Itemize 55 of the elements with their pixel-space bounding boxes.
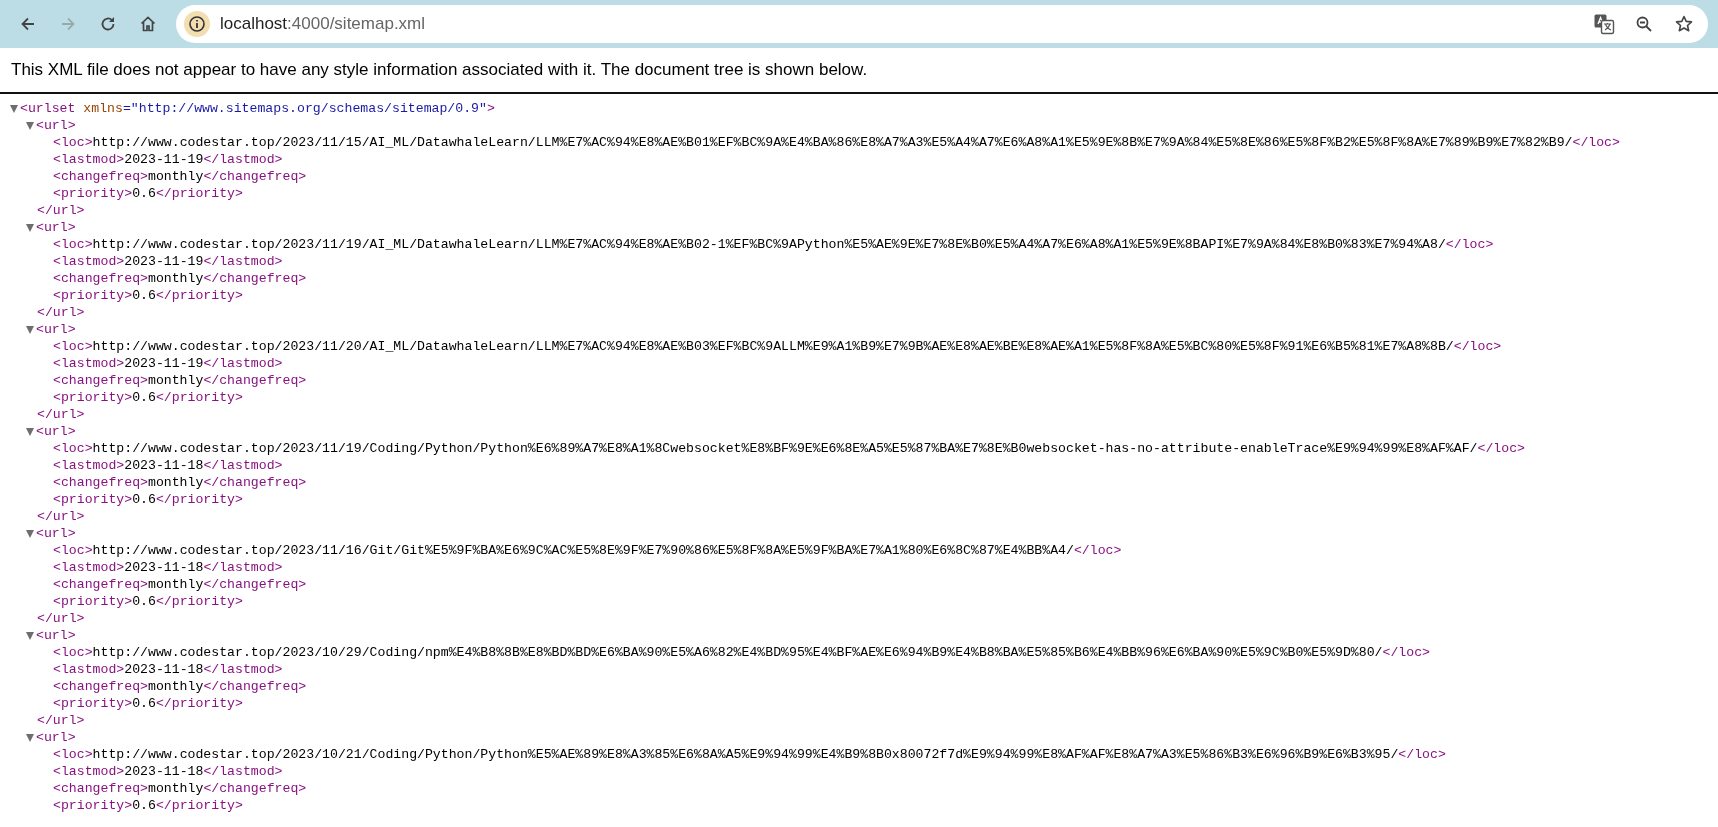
xml-line: <changefreq>monthly</changefreq>: [53, 780, 307, 797]
xml-line: <priority>0.6</priority>: [53, 491, 243, 508]
collapse-triangle-icon[interactable]: [26, 529, 34, 538]
xml-line: <url>: [36, 219, 76, 236]
home-icon: [138, 14, 158, 34]
xml-line: <lastmod>2023-11-18</lastmod>: [53, 457, 283, 474]
xml-line: <loc>http://www.codestar.top/2023/10/29/Coding/npm%E4%B8%8B%E8%BD%BD%E6%BA%90%E5%A6%82%E4%BD%95%E4%BF%AE%E6%94%B9%E4%B8%BA%E5%85%B6%E4%BB%96%E6%BA%90%E5%9C%B0%E5%9D%80/</loc>: [53, 644, 1430, 661]
xml-line: <url>: [36, 423, 76, 440]
xml-line: <changefreq>monthly</changefreq>: [53, 678, 307, 695]
collapse-triangle-icon[interactable]: [26, 223, 34, 232]
xml-line: </url>: [37, 610, 85, 627]
xml-line: <url>: [36, 525, 76, 542]
xml-line: <loc>http://www.codestar.top/2023/10/21/Coding/Python/Python%E5%AE%89%E8%A3%85%E6%8A%A5%E9%94%99%E4%B9%8B0x80072f7d%E9%94%99%E8%AF%AF%E8%A7%A3%E5%86%B3%E6%96%B9%E6%B3%95/</loc>: [53, 746, 1446, 763]
collapse-triangle-icon[interactable]: [26, 427, 34, 436]
xml-line: <lastmod>2023-11-19</lastmod>: [53, 253, 283, 270]
xml-line: <loc>http://www.codestar.top/2023/11/19/Coding/Python/Python%E6%89%A7%E8%A1%8Cwebsocket%E8%BF%9E%E6%8E%A5%E5%87%BA%E7%8E%B0websocket-has-no-attribute-enableTrace%E9%94%99%E8%AF%AF/</loc>: [53, 440, 1525, 457]
xml-line: <url>: [36, 627, 76, 644]
xml-line: <changefreq>monthly</changefreq>: [53, 474, 307, 491]
xml-line: <url>: [36, 117, 76, 134]
xml-line: <loc>http://www.codestar.top/2023/11/16/Git/Git%E5%9F%BA%E6%9C%AC%E5%8E%9F%E7%90%86%E5%8F%8A%E5%9F%BA%E7%A1%80%E6%8C%87%E4%BB%A4/</loc>: [53, 542, 1122, 559]
address-bar[interactable]: localhost:4000/sitemap.xml: [176, 5, 1708, 43]
xml-line: <priority>0.6</priority>: [53, 185, 243, 202]
xml-line: <priority>0.6</priority>: [53, 287, 243, 304]
xml-line: </url>: [37, 508, 85, 525]
xml-line: </url>: [37, 202, 85, 219]
xml-line: <lastmod>2023-11-19</lastmod>: [53, 355, 283, 372]
xml-line: <lastmod>2023-11-18</lastmod>: [53, 763, 283, 780]
address-text: localhost:4000/sitemap.xml: [220, 14, 426, 34]
xml-notice-text: This XML file does not appear to have any style information associated with it. The document tree is shown below.: [11, 60, 868, 79]
xml-line: <priority>0.6</priority>: [53, 797, 243, 814]
xml-line: <priority>0.6</priority>: [53, 389, 243, 406]
xml-line: <lastmod>2023-11-18</lastmod>: [53, 559, 283, 576]
collapse-triangle-icon[interactable]: [26, 121, 34, 130]
xml-line: <url>: [36, 729, 76, 746]
xml-line: <priority>0.6</priority>: [53, 695, 243, 712]
site-info-icon[interactable]: [184, 11, 210, 37]
xml-line: <changefreq>monthly</changefreq>: [53, 372, 307, 389]
collapse-triangle-icon[interactable]: [26, 631, 34, 640]
xml-line: <changefreq>monthly</changefreq>: [53, 270, 307, 287]
xml-line: <loc>http://www.codestar.top/2023/11/15/AI_ML/DatawhaleLearn/LLM%E7%AC%94%E8%AE%B01%EF%BC%9A%E4%BA%86%E8%A7%A3%E5%A4%A7%E6%A8%A1%E5%9E%8B%E7%9A%84%E5%8E%86%E5%8F%B2%E5%8F%8A%E7%89%B9%E7%82%B9/</loc>: [53, 134, 1620, 151]
xml-line: <changefreq>monthly</changefreq>: [53, 168, 307, 185]
xml-line: </url>: [37, 406, 85, 423]
xml-line: <url>: [36, 321, 76, 338]
xml-line: <lastmod>2023-11-18</lastmod>: [53, 661, 283, 678]
xml-line: </url>: [37, 712, 85, 729]
xml-line: <lastmod>2023-11-19</lastmod>: [53, 151, 283, 168]
xml-line: <loc>http://www.codestar.top/2023/11/19/AI_ML/DatawhaleLearn/LLM%E7%AC%94%E8%AE%B02-1%EF%BC%9APython%E5%AE%9E%E7%8E%B0%E5%A4%A7%E6%A8%A1%E5%9E%8BAPI%E7%9A%84%E8%B0%83%E7%94%A8/</loc>: [53, 236, 1494, 253]
xml-line: <changefreq>monthly</changefreq>: [53, 576, 307, 593]
xml-line: </url>: [37, 304, 85, 321]
collapse-triangle-icon[interactable]: [26, 325, 34, 334]
collapse-triangle-icon[interactable]: [10, 104, 18, 113]
collapse-triangle-icon[interactable]: [26, 733, 34, 742]
xml-line: <priority>0.6</priority>: [53, 593, 243, 610]
xml-line: <urlset xmlns="http://www.sitemaps.org/schemas/sitemap/0.9">: [20, 100, 495, 117]
xml-line: <loc>http://www.codestar.top/2023/11/20/AI_ML/DatawhaleLearn/LLM%E7%AC%94%E8%AE%B03%EF%BC%9ALLM%E9%A1%B9%E7%9B%AE%E8%AE%BE%E8%AE%A1%E5%8F%8A%E5%BC%80%E5%8F%91%E6%B5%81%E7%A8%8B/</loc>: [53, 338, 1502, 355]
